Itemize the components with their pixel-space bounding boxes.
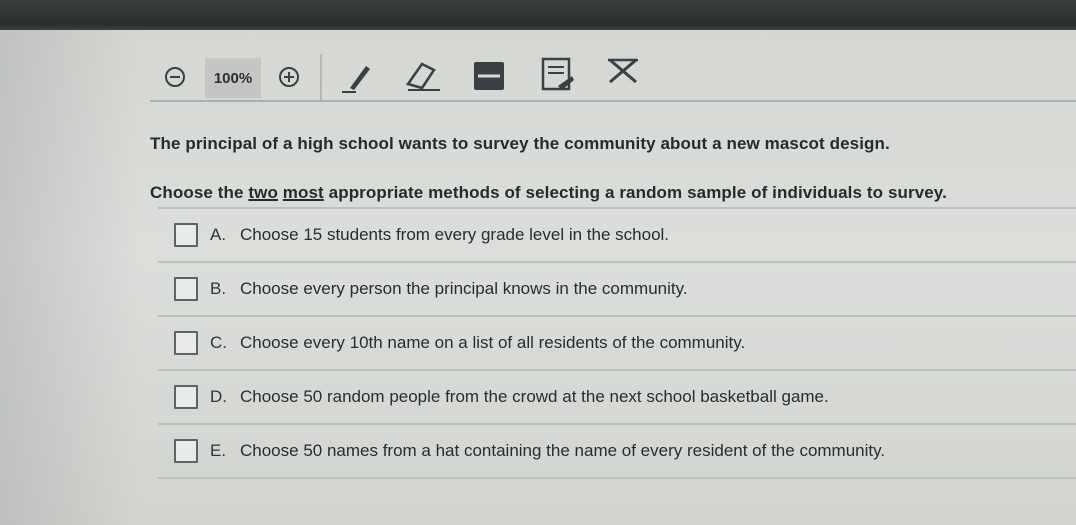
instruction-post: appropriate methods of selecting a rando…	[323, 183, 947, 202]
zoom-in-icon[interactable]	[278, 66, 300, 88]
option-letter: B.	[210, 279, 227, 298]
cross-out-icon[interactable]	[606, 56, 640, 86]
option-d[interactable]: D. Choose 50 random people from the crow…	[158, 369, 1076, 423]
option-letter: A.	[210, 225, 227, 244]
option-b[interactable]: B. Choose every person the principal kno…	[158, 261, 1076, 315]
option-c[interactable]: C. Choose every 10th name on a list of a…	[158, 315, 1076, 369]
question-instruction: Choose the two most appropriate methods …	[150, 183, 947, 203]
zoom-out-icon[interactable]	[164, 66, 186, 88]
toolbar: 100%	[150, 50, 1076, 102]
option-letter: D.	[210, 387, 227, 406]
option-text: Choose every 10th name on a list of all …	[240, 333, 746, 352]
highlighter-icon[interactable]	[472, 58, 506, 94]
instruction-pre: Choose the	[150, 183, 249, 202]
answer-options: A. Choose 15 students from every grade l…	[158, 207, 1076, 479]
option-a[interactable]: A. Choose 15 students from every grade l…	[158, 207, 1076, 261]
zoom-level: 100%	[205, 58, 261, 98]
checkbox-c[interactable]	[174, 331, 198, 355]
checkbox-a[interactable]	[174, 223, 198, 247]
pencil-icon[interactable]	[338, 58, 374, 94]
checkbox-b[interactable]	[174, 277, 198, 301]
screen-shade	[0, 30, 140, 525]
option-text: Choose every person the principal knows …	[240, 279, 688, 298]
option-text: Choose 50 random people from the crowd a…	[240, 387, 829, 406]
instruction-emphasis-most: most	[282, 183, 324, 202]
eraser-icon[interactable]	[402, 58, 442, 94]
instruction-emphasis-two: two	[248, 183, 278, 202]
note-icon[interactable]	[540, 56, 576, 94]
option-e[interactable]: E. Choose 50 names from a hat containing…	[158, 423, 1076, 479]
option-letter: C.	[210, 333, 227, 352]
checkbox-d[interactable]	[174, 385, 198, 409]
checkbox-e[interactable]	[174, 439, 198, 463]
toolbar-separator	[320, 54, 322, 100]
option-text: Choose 50 names from a hat containing th…	[240, 441, 886, 460]
option-letter: E.	[210, 441, 227, 460]
question-prompt: The principal of a high school wants to …	[150, 134, 890, 153]
option-text: Choose 15 students from every grade leve…	[240, 225, 670, 244]
monitor-bezel	[0, 0, 1076, 34]
